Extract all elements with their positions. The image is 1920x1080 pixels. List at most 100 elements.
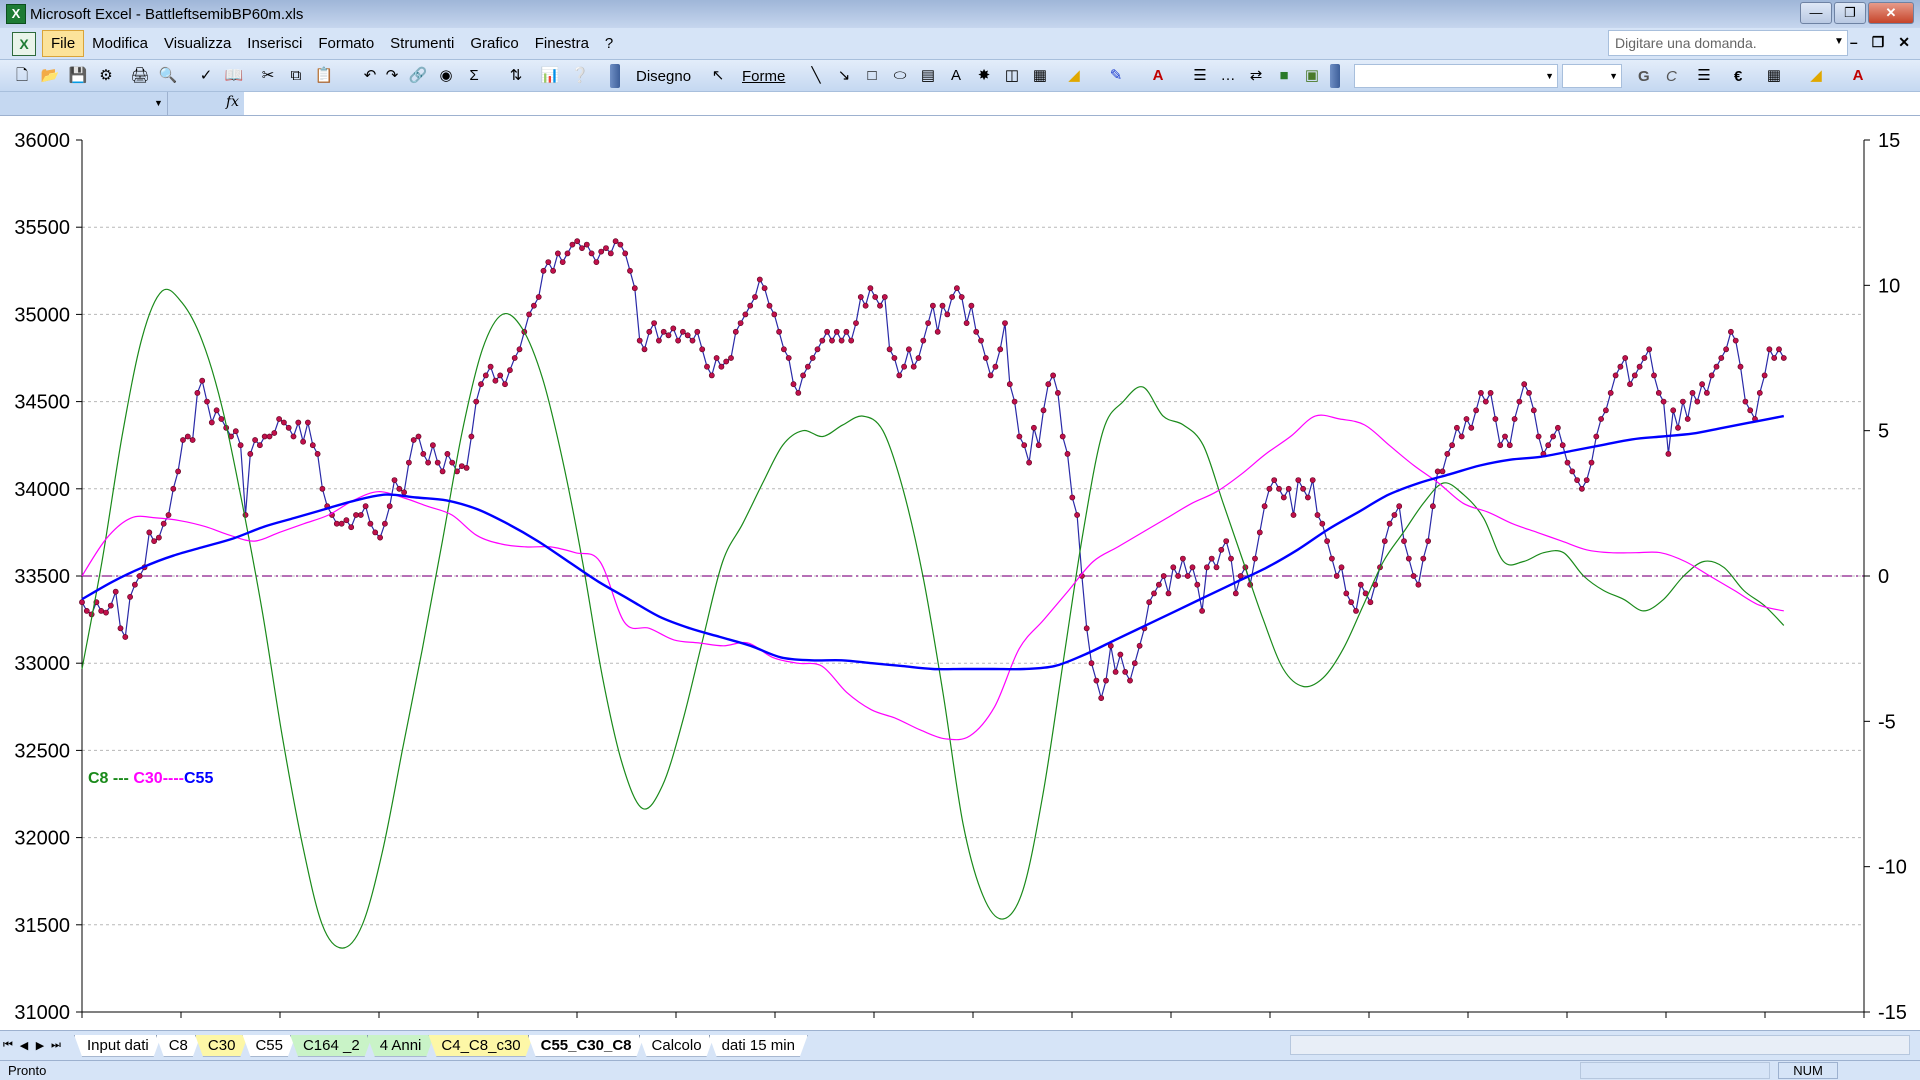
menu-modifica[interactable]: Modifica [84,31,156,56]
web-icon[interactable]: ◉ [436,66,456,86]
align-icon[interactable]: ☰ [1694,66,1714,86]
sheet-tab-c164-2[interactable]: C164 _2 [290,1035,373,1057]
workbook-close-button[interactable]: ✕ [1898,34,1910,51]
sheet-tab-calcolo[interactable]: Calcolo [639,1035,715,1057]
clipart-icon[interactable]: ◫ [1002,66,1022,86]
open-folder-icon[interactable]: 📂 [40,66,60,86]
data-point [1146,599,1153,606]
sheet-tab-c55-c30-c8[interactable]: C55_C30_C8 [528,1035,645,1057]
wordart-icon[interactable]: A [946,66,966,86]
first-sheet-icon[interactable]: ⏮ [0,1039,16,1052]
menu-visualizza[interactable]: Visualizza [156,31,239,56]
italic-button[interactable]: C [1666,68,1677,85]
menu-grafico[interactable]: Grafico [462,31,526,56]
borders-icon[interactable]: ▦ [1764,66,1784,86]
menu-inserisci[interactable]: Inserisci [239,31,310,56]
data-point [579,245,585,251]
textbox-icon[interactable]: ▤ [918,66,938,86]
data-point [1579,485,1585,492]
picture-icon[interactable]: ▦ [1030,66,1050,86]
oval-icon[interactable]: ⬭ [890,66,910,86]
menu-finestra[interactable]: Finestra [527,31,597,56]
sheet-tab-input-dati[interactable]: Input dati [74,1035,162,1057]
font-name-dropdown-icon[interactable]: ▼ [1545,71,1554,81]
ask-question-input[interactable]: Digitare una domanda. [1608,30,1848,56]
chart-area[interactable]: 36000 35500 35000 34500 34000 33500 33000 32500… [0,116,1920,1036]
3d-icon[interactable]: ▣ [1302,66,1322,86]
shadow-icon[interactable]: ■ [1274,66,1294,86]
sheet-tab-4-anni[interactable]: 4 Anni [367,1035,435,1057]
font-size-dropdown-icon[interactable]: ▼ [1609,71,1618,81]
line-style-icon[interactable]: ☰ [1190,66,1210,86]
font-color-2-icon[interactable]: A [1848,66,1868,86]
diagram-icon[interactable]: ✸ [974,66,994,86]
fill-color-2-icon[interactable]: ◢ [1806,66,1826,86]
toolbar-separator-2[interactable] [1330,64,1340,88]
permission-icon[interactable]: ⚙ [96,66,116,86]
sheet-tab-c30[interactable]: C30 [195,1035,249,1057]
workbook-restore-button[interactable]: ❐ [1872,34,1885,51]
copy-icon[interactable]: ⧉ [286,66,306,86]
cut-icon[interactable]: ✂ [258,66,278,86]
redo-icon[interactable]: ↷ [382,66,402,86]
fill-color-icon[interactable]: ◢ [1064,66,1084,86]
data-point [853,320,859,326]
undo-icon[interactable]: ↶ [360,66,380,86]
arrow-style-icon[interactable]: ⇄ [1246,66,1266,86]
dash-style-icon[interactable]: … [1218,66,1238,86]
hyperlink-icon[interactable]: 🔗 [408,66,428,86]
workbook-icon[interactable]: X [12,31,36,56]
excel-app-icon[interactable]: X [6,4,26,24]
name-box-dropdown-icon[interactable]: ▼ [154,98,163,108]
menu-formato[interactable]: Formato [310,31,382,56]
select-pointer-icon[interactable]: ↖ [708,66,728,86]
draw-menu[interactable]: Disegno [636,68,691,85]
horizontal-scrollbar[interactable] [1290,1035,1910,1055]
sort-icon[interactable]: ⇅ [506,66,526,86]
prev-sheet-icon[interactable]: ◀ [16,1039,32,1052]
font-name-combo[interactable]: ▼ [1354,64,1558,88]
insert-function-icon[interactable]: fx [226,94,239,110]
next-sheet-icon[interactable]: ▶ [32,1039,48,1052]
currency-button[interactable]: € [1734,68,1742,85]
minimize-button[interactable]: — [1800,2,1832,24]
shapes-menu[interactable]: Forme [742,68,785,85]
rectangle-icon[interactable]: □ [862,66,882,86]
toolbar-separator[interactable] [610,64,620,88]
new-file-icon[interactable]: 🗋 [12,66,32,86]
ask-dropdown-icon[interactable]: ▼ [1834,36,1844,47]
line-icon[interactable]: ╲ [806,66,826,86]
chart-wizard-icon[interactable]: 📊 [540,66,560,86]
name-box[interactable] [0,92,168,115]
paste-icon[interactable]: 📋 [314,66,334,86]
print-icon[interactable]: 🖨 [130,66,150,86]
help-icon[interactable]: ❔ [570,66,590,86]
line-color-icon[interactable]: ✎ [1106,66,1126,86]
research-icon[interactable]: 📖 [224,66,244,86]
data-point [968,302,975,309]
menu-strumenti[interactable]: Strumenti [382,31,462,56]
last-sheet-icon[interactable]: ⏭ [48,1039,64,1052]
save-icon[interactable]: 💾 [68,66,88,86]
font-size-combo[interactable]: ▼ [1562,64,1622,88]
arrow-icon[interactable]: ↘ [834,66,854,86]
line-chart[interactable]: 36000 35500 35000 34500 34000 33500 33000 32500… [0,116,1920,1030]
data-point [901,363,907,370]
data-point [1127,677,1133,684]
font-color-icon[interactable]: A [1148,66,1168,86]
workbook-minimize-button[interactable]: – [1850,34,1858,51]
data-point [1290,512,1297,518]
close-button[interactable]: ✕ [1868,2,1914,24]
sheet-tab-dati-15-min[interactable]: dati 15 min [709,1035,808,1057]
spelling-icon[interactable]: ✓ [196,66,216,86]
sheet-tab-c55[interactable]: C55 [242,1035,296,1057]
data-point [1732,337,1739,344]
print-preview-icon[interactable]: 🔍 [158,66,178,86]
sheet-tab-c4-c8-c30[interactable]: C4_C8_c30 [428,1035,533,1057]
menu-help[interactable]: ? [597,31,621,56]
menu-file[interactable]: File [42,30,85,57]
bold-button[interactable]: G [1638,68,1650,85]
autosum-icon[interactable]: Σ [464,66,484,86]
restore-button[interactable]: ❐ [1834,2,1866,24]
sheet-tab-c8[interactable]: C8 [156,1035,201,1057]
